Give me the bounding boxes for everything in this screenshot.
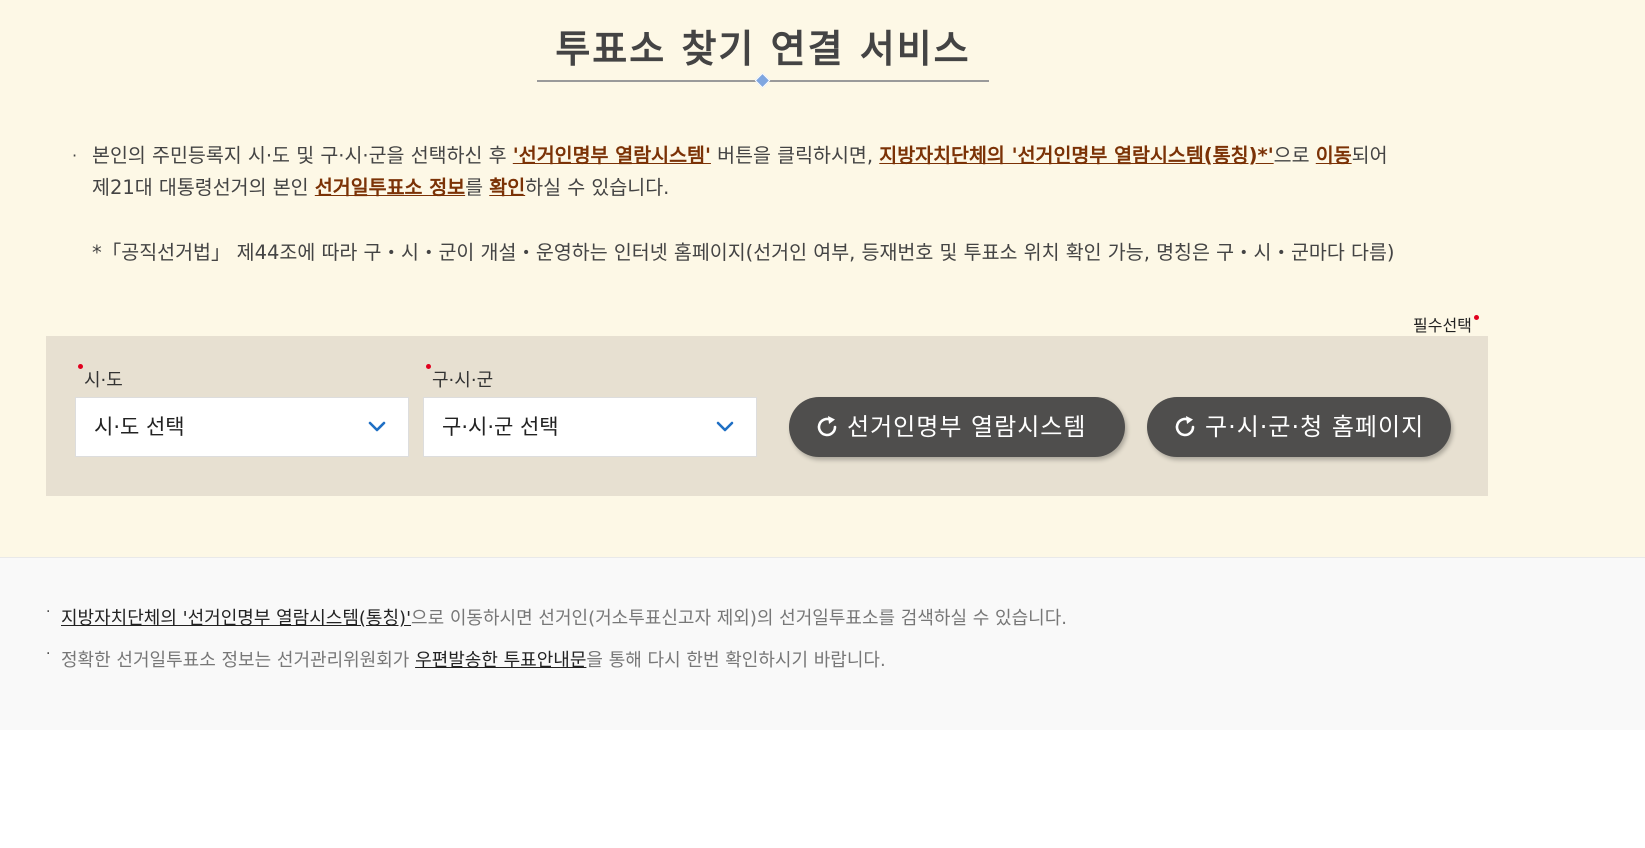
sido-label-text: 시·도 [84, 370, 123, 391]
top-section: 투표소 찾기 연결 서비스 · 본인의 주민등록지 시·도 및 구·시·군을 선… [0, 0, 1645, 557]
bottom-note-text: 으로 이동하시면 선거인(거소투표신고자 제외)의 선거일투표소를 검색하실 수… [411, 608, 1068, 629]
homepage-button-label: 구·시·군·청 홈페이지 [1205, 413, 1425, 441]
bottom-note-2: · 정확한 선거일투표소 정보는 선거관리위원회가 우편발송한 투표안내문을 통… [46, 646, 886, 672]
notice-text: 버튼을 클릭하시면, [710, 144, 880, 167]
refresh-icon [817, 416, 837, 437]
required-label-text: 필수선택 [1413, 316, 1472, 335]
voter-list-system-button-label: 선거인명부 열람시스템 [847, 413, 1087, 441]
bullet-icon: · [72, 146, 78, 165]
sigungu-label: 구·시·군 [426, 364, 494, 392]
notice-block: · 본인의 주민등록지 시·도 및 구·시·군을 선택하신 후 '선거인명부 열… [72, 140, 1492, 204]
page-title: 투표소 찾기 연결 서비스 [555, 27, 971, 71]
local-gov-system-bottom-link[interactable]: 지방자치단체의 '선거인명부 열람시스템(통칭)' [61, 608, 411, 629]
bullet-icon: · [46, 604, 51, 620]
refresh-icon [1175, 416, 1195, 437]
sido-label: 시·도 [78, 364, 123, 392]
sigungu-label-text: 구·시·군 [432, 370, 494, 391]
notice-line-2: 제21대 대통령선거의 본인 선거일투표소 정보를 확인하실 수 있습니다. [72, 172, 1492, 204]
required-dot-icon [1473, 315, 1479, 320]
bottom-note-text: 정확한 선거일투표소 정보는 선거관리위원회가 [61, 650, 416, 671]
bottom-note-1-text: 지방자치단체의 '선거인명부 열람시스템(통칭)'으로 이동하시면 선거인(거소… [46, 608, 1067, 629]
search-panel: 시·도 시·도 선택 구·시·군 구·시·군 선택 선거인명부 열람시스템 구·… [46, 336, 1488, 496]
bottom-note-1: · 지방자치단체의 '선거인명부 열람시스템(통칭)'으로 이동하시면 선거인(… [46, 604, 1067, 630]
footnote: *「공직선거법」 제44조에 따라 구・시・군이 개설・운영하는 인터넷 홈페이… [92, 241, 1395, 264]
move-link[interactable]: 이동 [1316, 144, 1352, 167]
required-dot-icon [78, 364, 83, 369]
voting-guide-link[interactable]: 우편발송한 투표안내문 [415, 650, 586, 671]
voter-list-system-link[interactable]: '선거인명부 열람시스템' [513, 144, 711, 167]
bottom-notes: · 지방자치단체의 '선거인명부 열람시스템(통칭)'으로 이동하시면 선거인(… [0, 557, 1645, 730]
bottom-note-2-text: 정확한 선거일투표소 정보는 선거관리위원회가 우편발송한 투표안내문을 통해 … [46, 650, 886, 671]
homepage-button[interactable]: 구·시·군·청 홈페이지 [1147, 397, 1451, 457]
required-dot-icon [426, 364, 431, 369]
notice-text: 하실 수 있습니다. [525, 176, 670, 199]
sigungu-select-value: 구·시·군 선택 [442, 415, 559, 439]
notice-text: 를 [465, 176, 490, 199]
required-label: 필수선택 [1413, 312, 1479, 336]
notice-text: 제21대 대통령선거의 본인 [92, 176, 315, 199]
voter-list-system-button[interactable]: 선거인명부 열람시스템 [789, 397, 1125, 457]
notice-line-1: 본인의 주민등록지 시·도 및 구·시·군을 선택하신 후 '선거인명부 열람시… [72, 140, 1492, 172]
title-area: 투표소 찾기 연결 서비스 [537, 22, 989, 89]
sido-select[interactable]: 시·도 선택 [75, 397, 409, 457]
bullet-icon: · [46, 646, 51, 662]
sido-select-value: 시·도 선택 [94, 415, 185, 439]
chevron-down-icon [368, 421, 386, 432]
bottom-note-text: 을 통해 다시 한번 확인하시기 바랍니다. [586, 650, 886, 671]
notice-text: 으로 [1273, 144, 1316, 167]
polling-place-info-link[interactable]: 선거일투표소 정보 [315, 176, 465, 199]
local-gov-system-link[interactable]: 지방자치단체의 '선거인명부 열람시스템(통칭)*' [879, 144, 1273, 167]
notice-text: 되어 [1351, 144, 1388, 167]
sigungu-select[interactable]: 구·시·군 선택 [423, 397, 757, 457]
notice-text: 본인의 주민등록지 시·도 및 구·시·군을 선택하신 후 [92, 144, 513, 167]
chevron-down-icon [716, 421, 734, 432]
confirm-link[interactable]: 확인 [489, 176, 525, 199]
